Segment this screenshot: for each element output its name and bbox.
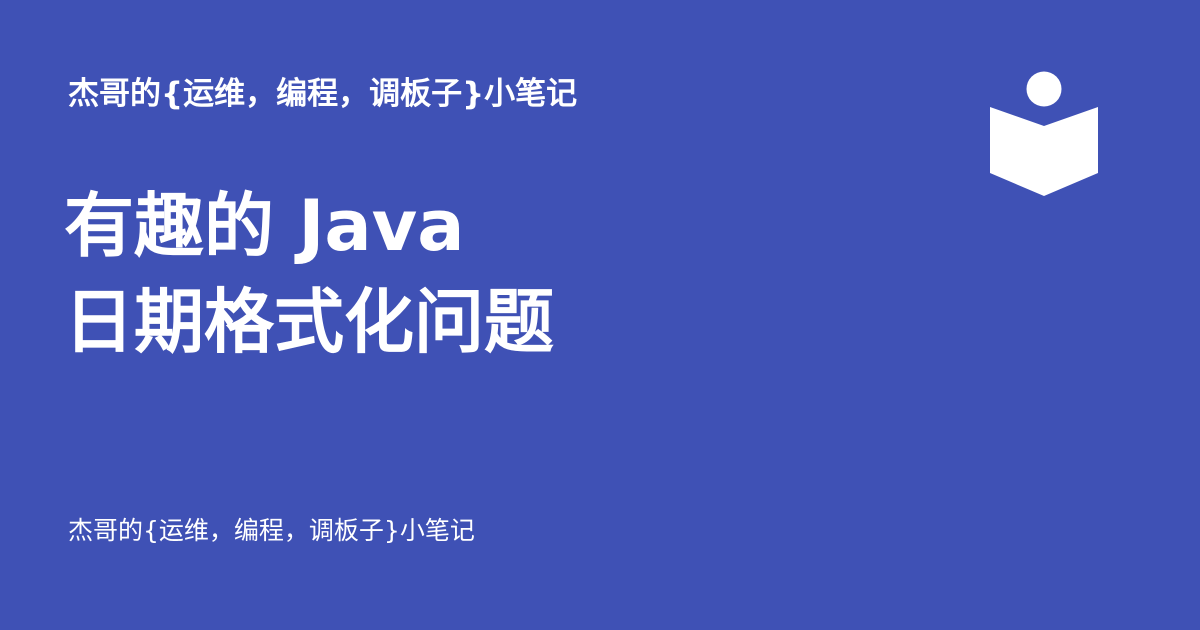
footer-site-name: 杰哥的{运维，编程，调板子}小笔记	[68, 516, 475, 545]
article-title-line-2: 日期格式化问题	[64, 281, 554, 363]
article-title: 有趣的 Java 日期格式化问题	[64, 178, 924, 370]
article-title-line-1: 有趣的 Java	[64, 185, 465, 267]
social-preview-card: 杰哥的{运维，编程，调板子}小笔记 有趣的 Java 日期格式化问题 杰哥的{运…	[0, 0, 1200, 630]
open-book-reader-icon	[990, 71, 1098, 196]
site-name: 杰哥的{运维，编程，调板子}小笔记	[68, 76, 578, 112]
